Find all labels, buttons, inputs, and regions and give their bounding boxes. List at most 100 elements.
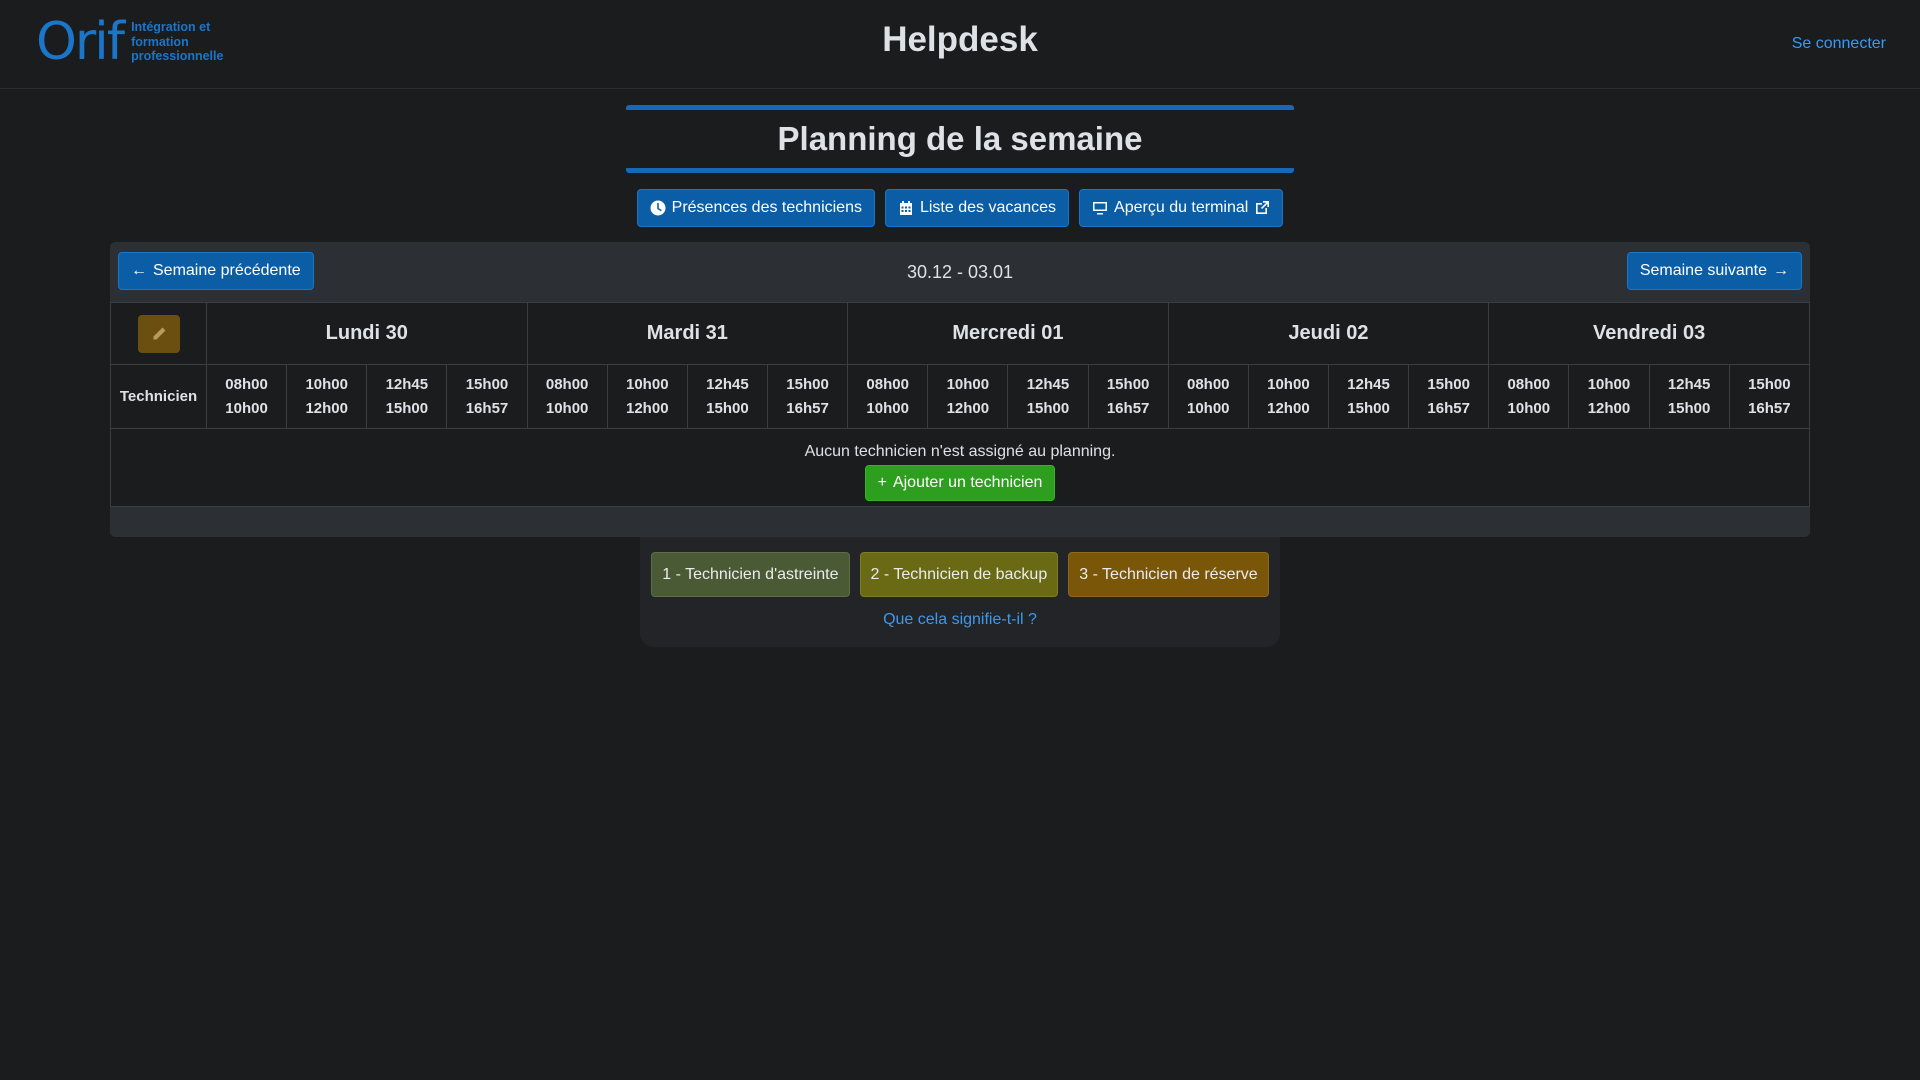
- time-slot-cell: 15h00 16h57: [446, 364, 528, 429]
- legend-badges: 1 - Technicien d'astreinte 2 - Technicie…: [640, 552, 1280, 597]
- add-technician-button[interactable]: + Ajouter un technicien: [864, 464, 1056, 501]
- edit-planning-button[interactable]: [137, 314, 180, 353]
- time-slot-cell: 15h00 16h57: [1087, 364, 1169, 429]
- holidays-list-button[interactable]: Liste des vacances: [884, 189, 1070, 227]
- next-week-label: Semaine suivante: [1639, 262, 1767, 279]
- reserve-technician-badge: 3 - Technicien de réserve: [1068, 552, 1269, 597]
- slot-end: 10h00: [545, 399, 589, 417]
- backup-technician-badge: 2 - Technicien de backup: [859, 552, 1059, 597]
- slot-start: 12h45: [1347, 375, 1390, 393]
- page-title: Planning de la semaine: [777, 120, 1143, 157]
- slot-end: 10h00: [1186, 399, 1230, 417]
- roles-legend: 1 - Technicien d'astreinte 2 - Technicie…: [640, 537, 1280, 647]
- planning-table: Lundi 30 Mardi 31 Mercredi 01 Jeudi 02 V…: [110, 302, 1811, 507]
- slot-start: 15h00: [1427, 375, 1470, 393]
- time-slot-cell: 08h00 10h00: [1488, 364, 1570, 429]
- slot-end: 12h00: [626, 399, 669, 417]
- edit-cell: [110, 302, 207, 365]
- slot-end: 10h00: [866, 399, 909, 417]
- clock-icon: [650, 200, 666, 216]
- slot-start: 08h00: [225, 375, 268, 393]
- slot-start: 15h00: [786, 375, 829, 393]
- day-header: Lundi 30: [206, 302, 528, 365]
- technician-column-header: Technicien: [110, 364, 207, 429]
- legend-help-link[interactable]: Que cela signifie-t-il ?: [640, 611, 1280, 629]
- monitor-icon: [1093, 202, 1108, 215]
- plus-icon: +: [877, 473, 887, 491]
- time-slot-cell: 15h00 16h57: [766, 364, 849, 429]
- terminal-preview-label: Aperçu du terminal: [1114, 199, 1249, 216]
- slot-start: 08h00: [866, 375, 909, 393]
- app-title: Helpdesk: [882, 20, 1038, 59]
- add-technician-label: Ajouter un technicien: [892, 473, 1043, 491]
- planning-actions: Présences des techniciens Liste des vaca…: [0, 189, 1920, 227]
- top-navbar: Orif Intégration et formation profession…: [0, 0, 1920, 89]
- time-slot-cell: 10h00 12h00: [606, 364, 688, 429]
- slot-end: 15h00: [1667, 399, 1711, 417]
- time-slot-cell: 12h45 15h00: [686, 364, 768, 429]
- slot-start: 10h00: [626, 375, 669, 393]
- slot-start: 12h45: [706, 375, 749, 393]
- time-slot-cell: 10h00 12h00: [927, 364, 1009, 429]
- slot-end: 15h00: [706, 399, 749, 417]
- slot-start: 12h45: [1667, 375, 1711, 393]
- holidays-list-label: Liste des vacances: [919, 199, 1057, 216]
- calendar-icon: [899, 201, 912, 215]
- time-slot-cell: 15h00 16h57: [1408, 364, 1490, 429]
- technician-presence-label: Présences des techniciens: [671, 199, 862, 216]
- slot-start: 10h00: [946, 375, 990, 393]
- time-slot-cell: 12h45 15h00: [1007, 364, 1089, 429]
- empty-planning-row: Aucun technicien n'est assigné au planni…: [110, 428, 1810, 507]
- slot-end: 15h00: [1347, 399, 1390, 417]
- slot-start: 12h45: [385, 375, 429, 393]
- pencil-icon: [153, 327, 165, 339]
- login-link[interactable]: Se connecter: [1792, 35, 1886, 53]
- time-slot-cell: 10h00 12h00: [286, 364, 368, 429]
- slot-end: 16h57: [465, 399, 509, 417]
- terminal-preview-button[interactable]: Aperçu du terminal: [1079, 189, 1284, 227]
- day-header: Mardi 31: [526, 302, 849, 365]
- slot-start: 12h45: [1026, 375, 1070, 393]
- arrow-right-icon: →: [1773, 262, 1789, 279]
- empty-planning-cell: Aucun technicien n'est assigné au planni…: [110, 428, 1810, 507]
- page-title-box: Planning de la semaine: [626, 105, 1294, 173]
- slot-end: 10h00: [225, 399, 268, 417]
- slot-end: 16h57: [1427, 399, 1470, 417]
- slot-end: 15h00: [1026, 399, 1070, 417]
- slot-end: 12h00: [946, 399, 990, 417]
- time-slot-cell: 12h45 15h00: [1327, 364, 1410, 429]
- time-slot-cell: 10h00 12h00: [1247, 364, 1329, 429]
- next-week-button[interactable]: Semaine suivante →: [1626, 252, 1802, 290]
- slot-end: 16h57: [786, 399, 829, 417]
- slot-end: 10h00: [1507, 399, 1551, 417]
- slot-end: 12h00: [1267, 399, 1310, 417]
- time-slot-cell: 15h00 16h57: [1728, 364, 1811, 429]
- on-call-technician-badge: 1 - Technicien d'astreinte: [651, 552, 850, 597]
- slot-start: 08h00: [1507, 375, 1551, 393]
- day-header: Mercredi 01: [847, 302, 1169, 365]
- time-slot-cell: 08h00 10h00: [526, 364, 608, 429]
- week-range: 30.12 - 03.01: [906, 262, 1014, 282]
- empty-planning-message: Aucun technicien n'est assigné au planni…: [804, 442, 1116, 460]
- technician-presence-button[interactable]: Présences des techniciens: [636, 189, 875, 227]
- slot-end: 15h00: [385, 399, 429, 417]
- time-slot-cell: 12h45 15h00: [366, 364, 448, 429]
- slot-end: 12h00: [1587, 399, 1631, 417]
- slot-end: 16h57: [1748, 399, 1791, 417]
- days-header-row: Lundi 30 Mardi 31 Mercredi 01 Jeudi 02 V…: [110, 302, 1810, 365]
- external-link-icon: [1256, 201, 1270, 214]
- slot-start: 10h00: [305, 375, 348, 393]
- time-slot-cell: 10h00 12h00: [1568, 364, 1650, 429]
- slot-end: 16h57: [1106, 399, 1150, 417]
- slot-start: 08h00: [545, 375, 589, 393]
- time-slot-cell: 08h00 10h00: [1167, 364, 1249, 429]
- slot-start: 10h00: [1587, 375, 1631, 393]
- slot-start: 08h00: [1186, 375, 1230, 393]
- day-header: Vendredi 03: [1488, 302, 1810, 365]
- day-header: Jeudi 02: [1167, 302, 1490, 365]
- planning-card: ← Semaine précédente 30.12 - 03.01 Semai…: [110, 242, 1811, 537]
- slot-end: 12h00: [305, 399, 348, 417]
- slot-start: 15h00: [1106, 375, 1150, 393]
- slot-start: 10h00: [1267, 375, 1310, 393]
- slot-start: 15h00: [465, 375, 509, 393]
